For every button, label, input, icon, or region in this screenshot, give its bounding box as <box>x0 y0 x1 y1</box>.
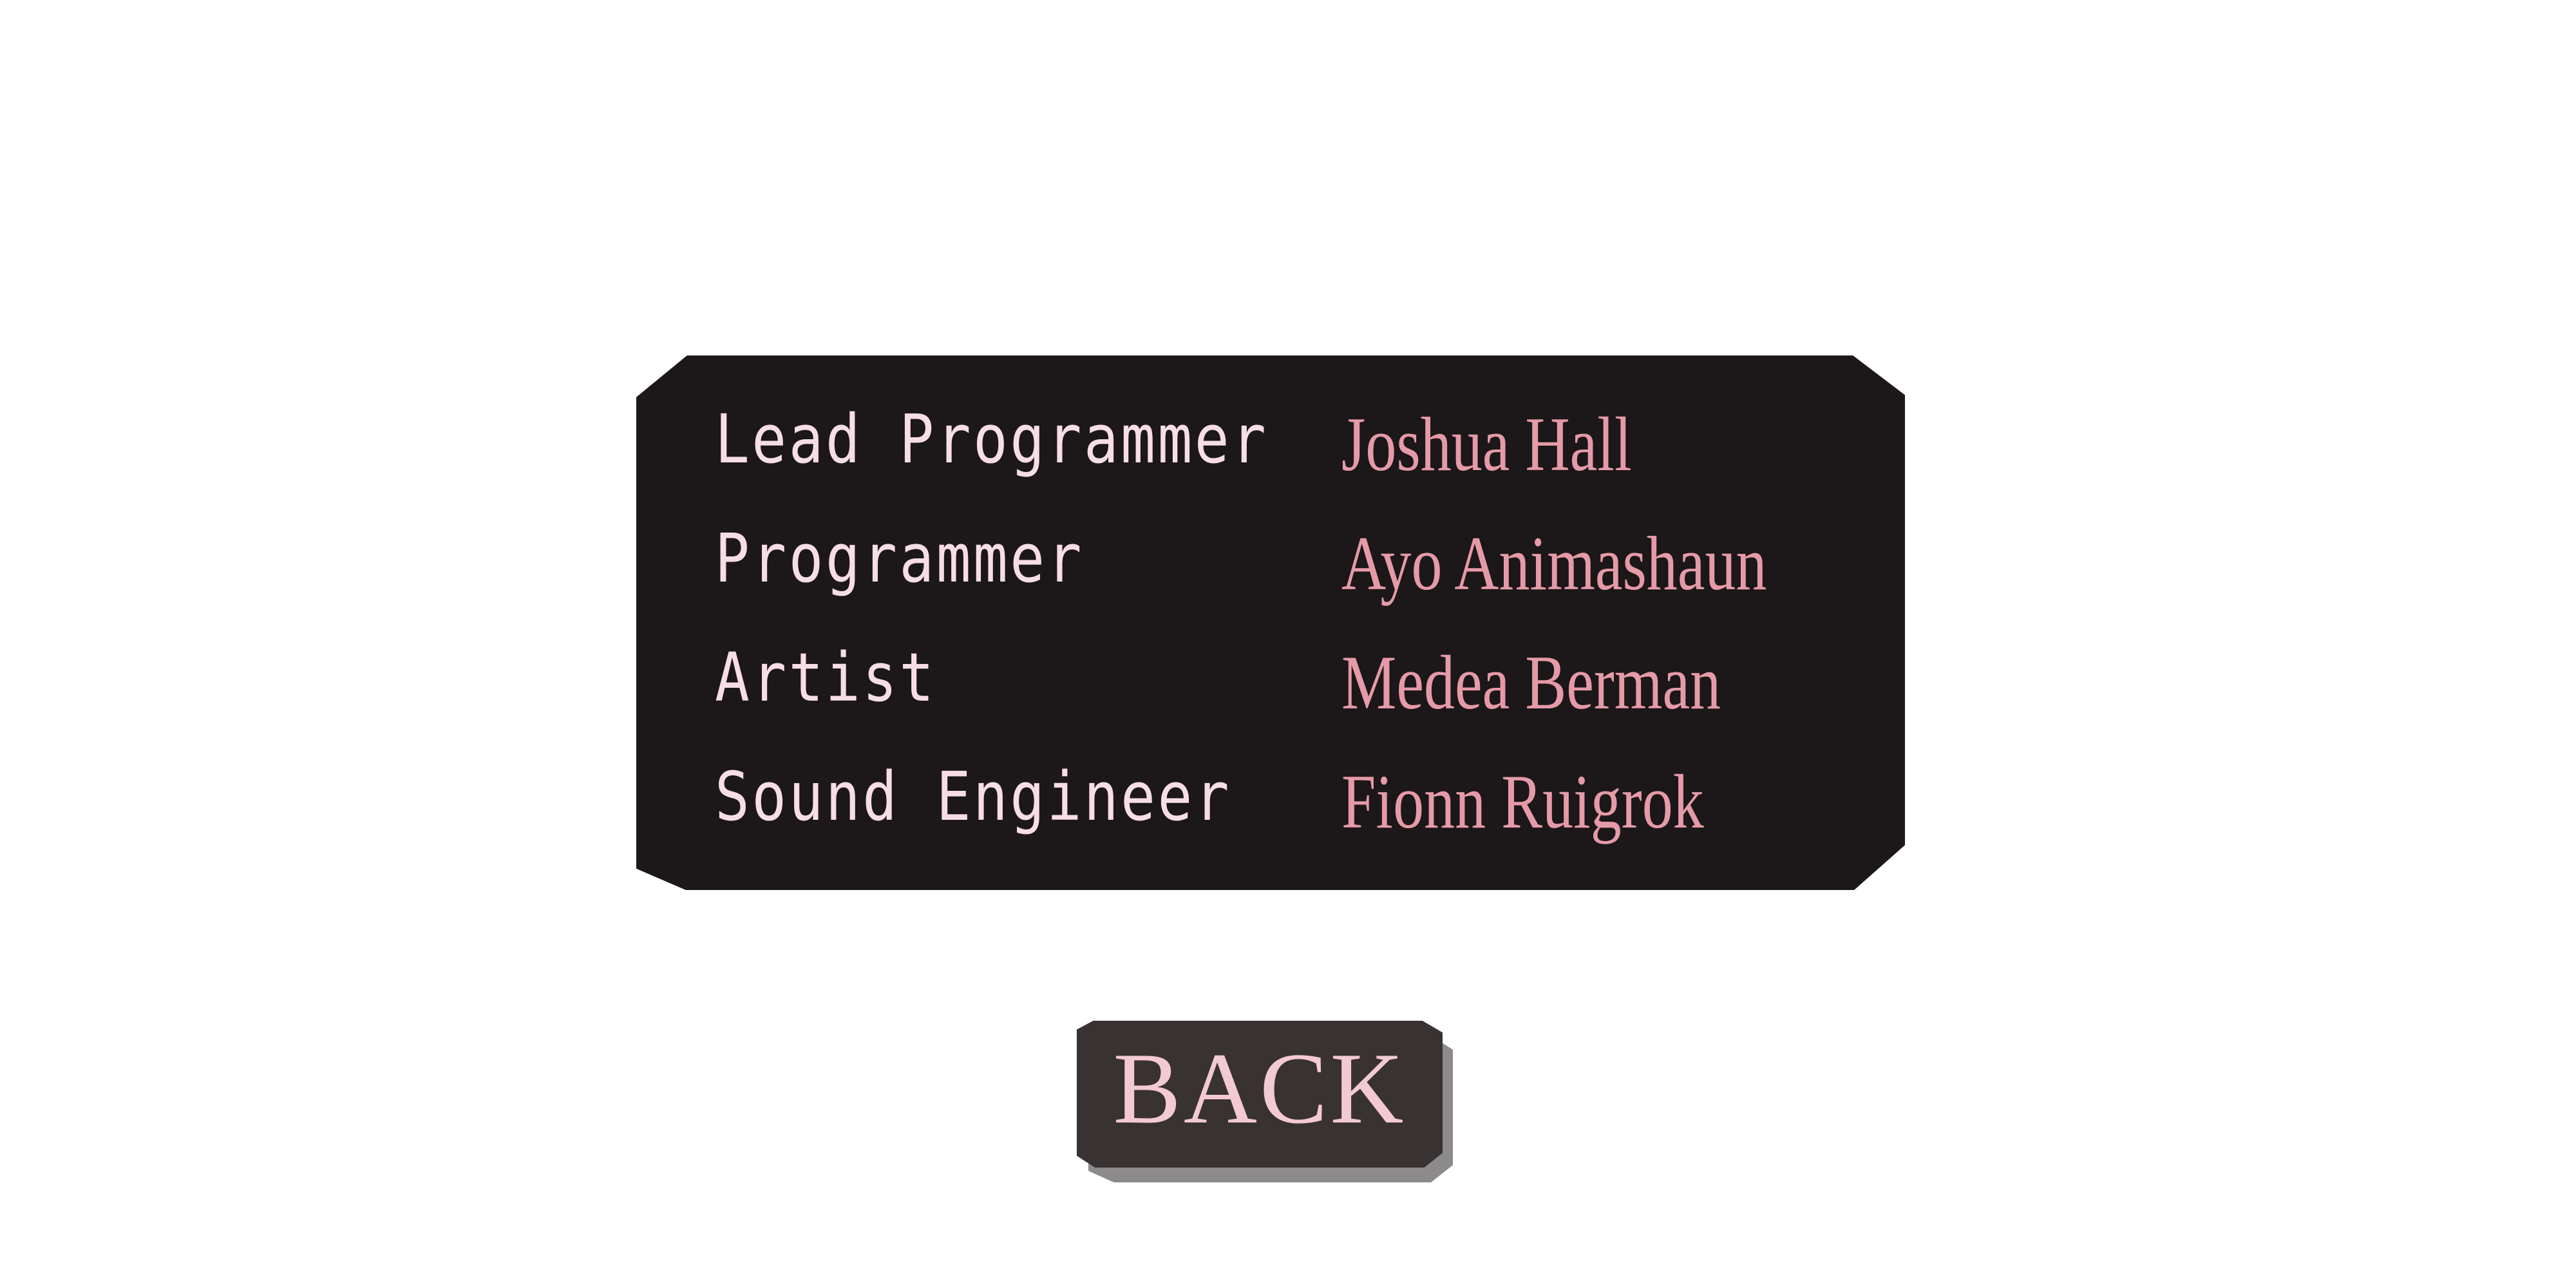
credit-row-artist: Artist Medea Berman <box>636 638 1905 721</box>
credit-row-programmer: Programmer Ayo Animashaun <box>636 519 1905 602</box>
credit-name: Fionn Ruigrok <box>1341 759 1704 844</box>
back-button[interactable]: BACK <box>1077 1021 1443 1168</box>
credit-role: Artist <box>715 638 936 717</box>
credit-role: Programmer <box>715 519 1084 598</box>
credit-name: Joshua Hall <box>1341 401 1632 487</box>
credit-role: Sound Engineer <box>715 757 1232 836</box>
credit-role: Lead Programmer <box>715 400 1269 478</box>
credit-name: Ayo Animashaun <box>1341 520 1767 606</box>
credit-name: Medea Berman <box>1341 639 1721 725</box>
credits-panel: Lead Programmer Joshua Hall Programmer A… <box>636 355 1905 890</box>
back-button-label: BACK <box>1113 1032 1406 1145</box>
credit-row-sound-engineer: Sound Engineer Fionn Ruigrok <box>636 757 1905 840</box>
credit-row-lead-programmer: Lead Programmer Joshua Hall <box>636 400 1905 483</box>
